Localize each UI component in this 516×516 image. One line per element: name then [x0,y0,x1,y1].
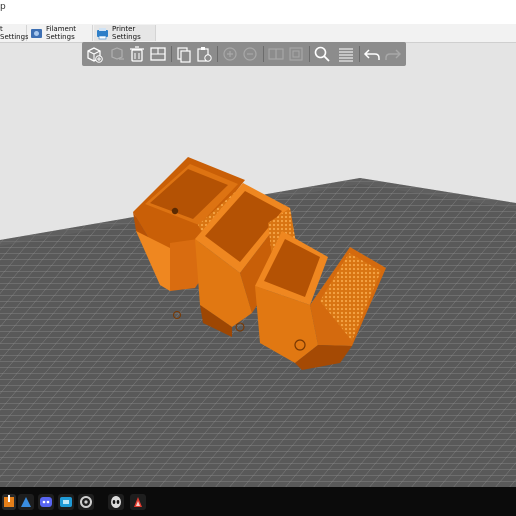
tab-printer-settings[interactable]: Printer Settings [94,25,156,41]
add-instance-icon[interactable] [220,44,240,64]
tab-filament-label: Filament Settings [46,25,77,41]
toolbar-divider [309,46,310,62]
remove-instance-icon[interactable] [240,44,260,64]
split-to-parts-icon[interactable] [286,44,306,64]
scene-canvas [0,157,516,487]
settings-tab-bar: t Settings Filament Settings Printer Set… [0,24,516,43]
tab-print-settings[interactable]: t Settings [0,25,29,41]
app-orange-icon[interactable] [2,494,16,510]
window-title: p [0,2,6,12]
toolbar-divider [359,46,360,62]
tab-filament-settings[interactable]: Filament Settings [28,25,93,41]
delete-all-icon[interactable] [127,44,147,64]
app-teal-icon[interactable] [58,494,74,510]
app-alien-icon[interactable] [108,494,124,510]
title-bar: p [0,0,516,24]
app-gear-icon[interactable] [78,494,94,510]
tab-printer-label: Printer Settings [112,25,141,41]
paste-icon[interactable] [194,44,214,64]
toolbar-divider [263,46,264,62]
copy-icon[interactable] [174,44,194,64]
main-toolbar [82,42,406,66]
toolbar-divider [217,46,218,62]
toolbar-divider [171,46,172,62]
arrange-icon[interactable] [148,44,168,64]
app-red-icon[interactable] [130,494,146,510]
os-taskbar [0,487,516,516]
filament-settings-icon [30,27,43,40]
layers-editing-icon[interactable] [336,44,356,64]
app-purple-icon[interactable] [38,494,54,510]
printer-settings-icon [96,27,109,40]
add-object-icon[interactable] [84,44,104,64]
3d-viewport[interactable] [0,43,516,487]
redo-icon[interactable] [383,44,403,64]
tab-print-label: t Settings [0,25,29,41]
delete-icon[interactable] [107,44,127,64]
undo-icon[interactable] [362,44,382,64]
split-to-objects-icon[interactable] [266,44,286,64]
app-blue-icon[interactable] [18,494,34,510]
search-icon[interactable] [312,44,332,64]
